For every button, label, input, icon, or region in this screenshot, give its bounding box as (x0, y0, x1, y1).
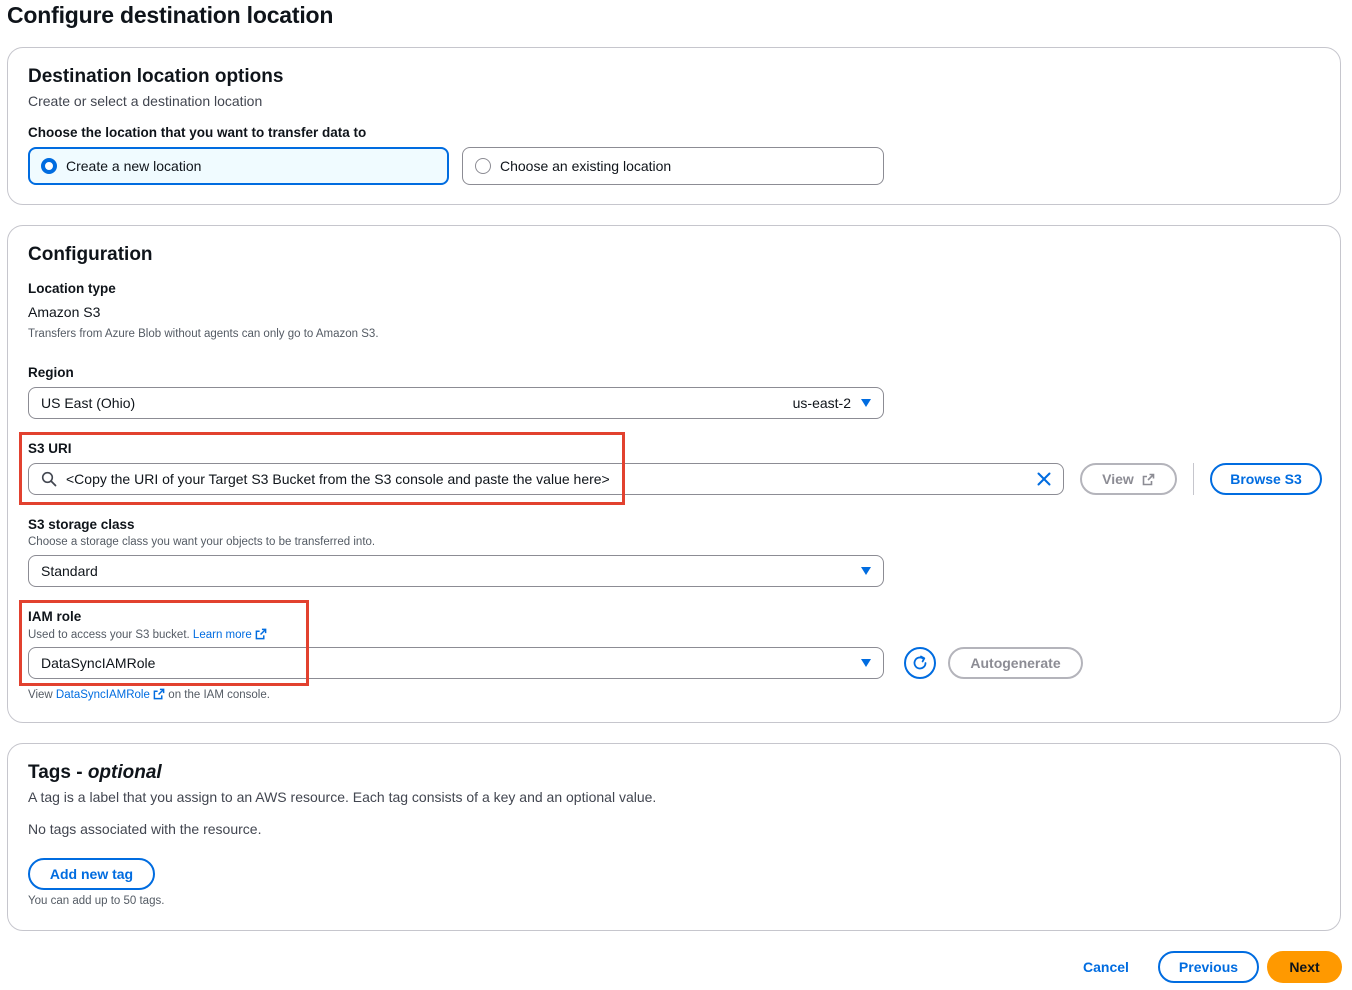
radio-selected-icon[interactable] (41, 158, 57, 174)
add-new-tag-button[interactable]: Add new tag (28, 858, 155, 890)
storage-class-label: S3 storage class (28, 517, 135, 532)
tags-heading-optional: optional (87, 762, 162, 783)
caret-down-icon (861, 659, 871, 667)
cancel-button[interactable]: Cancel (1076, 951, 1136, 983)
region-label: Region (28, 365, 74, 380)
tags-description: A tag is a label that you assign to an A… (28, 789, 657, 805)
storage-class-select[interactable]: Standard (28, 555, 884, 587)
iam-role-highlight (19, 600, 309, 686)
clear-icon[interactable] (1037, 472, 1051, 486)
tags-empty-state: No tags associated with the resource. (28, 821, 262, 837)
iam-console-note: View DataSyncIAMRole on the IAM console. (28, 688, 270, 701)
caret-down-icon (861, 567, 871, 575)
iam-console-prefix: View (28, 689, 53, 701)
region-value: US East (Ohio) (41, 395, 136, 411)
browse-s3-button[interactable]: Browse S3 (1210, 463, 1322, 495)
divider (1193, 463, 1194, 495)
page-title: Configure destination location (7, 2, 334, 28)
destination-options-heading: Destination location options (28, 66, 284, 87)
configuration-heading: Configuration (28, 244, 153, 265)
s3-uri-highlight (19, 432, 625, 505)
tags-heading-text: Tags - (28, 762, 88, 783)
location-type-value: Amazon S3 (28, 304, 101, 320)
caret-down-icon (861, 399, 871, 407)
iam-console-suffix: on the IAM console. (168, 689, 270, 701)
destination-options-description: Create or select a destination location (28, 93, 263, 109)
refresh-icon (913, 655, 927, 670)
next-button[interactable]: Next (1267, 951, 1342, 983)
create-new-location-label: Create a new location (66, 158, 202, 174)
storage-class-value: Standard (41, 563, 98, 579)
region-code: us-east-2 (792, 395, 851, 411)
location-type-label: Location type (28, 281, 116, 296)
region-select[interactable]: US East (Ohio) us-east-2 (28, 387, 884, 419)
autogenerate-button[interactable]: Autogenerate (948, 647, 1083, 679)
external-link-icon (153, 688, 165, 700)
tags-heading: Tags - optional (28, 762, 162, 784)
choose-existing-location-option[interactable]: Choose an existing location (462, 147, 884, 185)
location-type-note: Transfers from Azure Blob without agents… (28, 328, 379, 340)
tags-limit-note: You can add up to 50 tags. (28, 895, 165, 907)
radio-unselected-icon[interactable] (475, 158, 491, 174)
destination-options-panel: Destination location options Create or s… (7, 47, 1341, 205)
external-link-icon (1142, 473, 1155, 485)
tags-panel: Tags - optional A tag is a label that yo… (7, 743, 1341, 931)
previous-button[interactable]: Previous (1158, 951, 1259, 983)
iam-role-console-link[interactable]: DataSyncIAMRole (55, 688, 168, 701)
location-question-label: Choose the location that you want to tra… (28, 125, 367, 140)
view-bucket-button[interactable]: View (1080, 463, 1177, 495)
create-new-location-option[interactable]: Create a new location (28, 147, 449, 185)
choose-existing-location-label: Choose an existing location (500, 158, 672, 174)
refresh-button[interactable] (904, 647, 936, 679)
iam-role-console-link-label: DataSyncIAMRole (55, 689, 150, 701)
storage-class-description: Choose a storage class you want your obj… (28, 536, 376, 548)
view-bucket-label: View (1102, 471, 1134, 487)
